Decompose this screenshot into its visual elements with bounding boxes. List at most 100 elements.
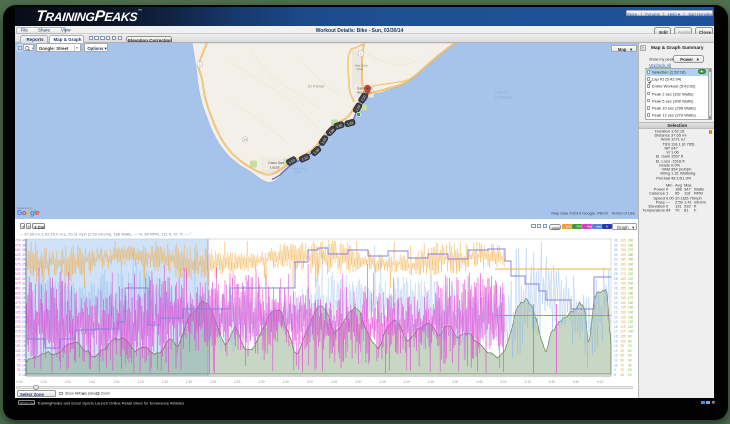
svg-text:32: 32 bbox=[22, 277, 26, 281]
svg-text:150: 150 bbox=[15, 344, 21, 348]
svg-text:36: 36 bbox=[614, 239, 618, 243]
svg-text:190: 190 bbox=[621, 253, 627, 257]
svg-text:24: 24 bbox=[22, 315, 26, 319]
svg-text:205: 205 bbox=[621, 239, 627, 243]
svg-text:11: 11 bbox=[614, 359, 618, 363]
svg-text:75: 75 bbox=[621, 363, 625, 367]
svg-text:1: 1 bbox=[199, 62, 201, 66]
svg-text:3:30: 3:30 bbox=[355, 380, 361, 384]
svg-text:270: 270 bbox=[628, 248, 634, 252]
svg-text:675: 675 bbox=[15, 243, 21, 247]
svg-text:27: 27 bbox=[614, 282, 618, 286]
svg-text:2:30: 2:30 bbox=[258, 380, 264, 384]
svg-text:30: 30 bbox=[628, 363, 632, 367]
svg-text:19: 19 bbox=[22, 339, 26, 343]
svg-text:175: 175 bbox=[621, 267, 627, 271]
svg-text:125: 125 bbox=[621, 315, 627, 319]
svg-text:0:30: 0:30 bbox=[65, 380, 71, 384]
svg-text:16: 16 bbox=[614, 335, 618, 339]
svg-text:195: 195 bbox=[621, 248, 627, 252]
svg-text:160: 160 bbox=[621, 282, 627, 286]
svg-text:31: 31 bbox=[614, 263, 618, 267]
svg-text:125: 125 bbox=[15, 349, 21, 353]
svg-text:625: 625 bbox=[15, 253, 21, 257]
svg-text:375: 375 bbox=[15, 301, 21, 305]
svg-text:1: 1 bbox=[360, 51, 362, 55]
svg-text:2:00: 2:00 bbox=[210, 380, 216, 384]
svg-text:100: 100 bbox=[15, 354, 21, 358]
svg-text:70: 70 bbox=[621, 368, 625, 372]
svg-text:17: 17 bbox=[614, 330, 618, 334]
svg-text:6:00: 6:00 bbox=[597, 380, 603, 384]
svg-text:140: 140 bbox=[628, 311, 634, 315]
svg-text:2:45: 2:45 bbox=[283, 380, 289, 384]
svg-text:240: 240 bbox=[628, 263, 634, 267]
svg-text:325: 325 bbox=[15, 311, 21, 315]
svg-text:135: 135 bbox=[621, 306, 627, 310]
svg-text:5:15: 5:15 bbox=[525, 380, 531, 384]
svg-text:30: 30 bbox=[614, 267, 618, 271]
svg-text:60: 60 bbox=[628, 349, 632, 353]
svg-text:18: 18 bbox=[22, 344, 26, 348]
svg-text:200: 200 bbox=[621, 243, 627, 247]
svg-text:15: 15 bbox=[614, 339, 618, 343]
svg-text:275: 275 bbox=[15, 320, 21, 324]
svg-text:280: 280 bbox=[628, 243, 634, 247]
svg-text:22: 22 bbox=[614, 306, 618, 310]
svg-text:17: 17 bbox=[22, 349, 26, 353]
svg-text:20: 20 bbox=[614, 315, 618, 319]
svg-text:28: 28 bbox=[614, 277, 618, 281]
svg-text:40: 40 bbox=[628, 359, 632, 363]
svg-text:10: 10 bbox=[628, 373, 632, 377]
svg-text:115: 115 bbox=[621, 325, 626, 329]
svg-text:120: 120 bbox=[628, 320, 634, 324]
svg-text:19: 19 bbox=[243, 137, 247, 141]
svg-text:90: 90 bbox=[621, 349, 625, 353]
svg-text:250: 250 bbox=[15, 325, 21, 329]
svg-text:36: 36 bbox=[22, 258, 26, 262]
svg-text:575: 575 bbox=[15, 263, 21, 267]
svg-text:4:30: 4:30 bbox=[452, 380, 458, 384]
svg-text:25: 25 bbox=[17, 368, 21, 372]
svg-text:23: 23 bbox=[614, 301, 618, 305]
svg-text:Lucas: Lucas bbox=[294, 170, 303, 174]
svg-text:20: 20 bbox=[22, 335, 26, 339]
svg-text:155: 155 bbox=[621, 287, 627, 291]
svg-text:4:15: 4:15 bbox=[428, 380, 434, 384]
svg-text:5:45: 5:45 bbox=[573, 380, 579, 384]
svg-text:1:15: 1:15 bbox=[137, 380, 143, 384]
svg-text:260: 260 bbox=[628, 253, 634, 257]
svg-text:290: 290 bbox=[628, 239, 634, 243]
svg-text:40: 40 bbox=[22, 239, 26, 243]
svg-text:4:00: 4:00 bbox=[404, 380, 410, 384]
svg-text:450: 450 bbox=[15, 287, 21, 291]
svg-text:1:30: 1:30 bbox=[162, 380, 168, 384]
svg-text:26: 26 bbox=[22, 306, 26, 310]
svg-text:110: 110 bbox=[628, 325, 633, 329]
svg-text:165: 165 bbox=[621, 277, 627, 281]
svg-text:38: 38 bbox=[22, 248, 26, 252]
svg-text:180: 180 bbox=[621, 263, 627, 267]
svg-text:13: 13 bbox=[614, 349, 618, 353]
svg-text:185: 185 bbox=[621, 258, 627, 262]
svg-text:130: 130 bbox=[621, 311, 627, 315]
svg-text:95: 95 bbox=[621, 344, 625, 348]
svg-text:70: 70 bbox=[628, 344, 632, 348]
svg-text:32: 32 bbox=[614, 258, 618, 262]
svg-text:34: 34 bbox=[614, 248, 618, 252]
svg-text:18: 18 bbox=[614, 325, 618, 329]
svg-text:27: 27 bbox=[22, 301, 26, 305]
svg-text:2:15: 2:15 bbox=[234, 380, 240, 384]
svg-text:0: 0 bbox=[19, 373, 21, 377]
svg-text:21: 21 bbox=[614, 311, 618, 315]
svg-text:0:45: 0:45 bbox=[89, 380, 95, 384]
svg-text:26: 26 bbox=[614, 287, 618, 291]
svg-text:300: 300 bbox=[15, 315, 21, 319]
svg-text:13: 13 bbox=[22, 368, 26, 372]
svg-text:180: 180 bbox=[628, 291, 634, 295]
svg-text:35: 35 bbox=[22, 263, 26, 267]
svg-text:150: 150 bbox=[621, 291, 627, 295]
svg-text:1:45: 1:45 bbox=[186, 380, 192, 384]
svg-text:110: 110 bbox=[621, 330, 626, 334]
svg-text:90: 90 bbox=[628, 335, 632, 339]
